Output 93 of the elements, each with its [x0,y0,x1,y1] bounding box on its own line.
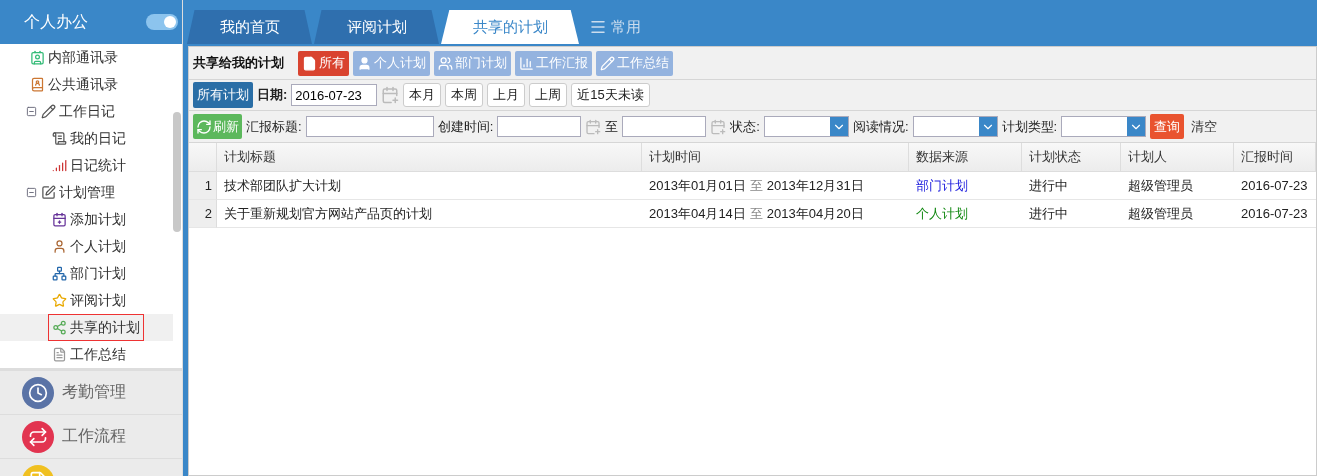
contact-icon [30,77,45,92]
period-button[interactable]: 本月 [403,83,442,107]
filter-label: 汇报标题: [246,117,302,136]
star-icon [52,293,67,308]
sidebar-section[interactable]: 工作流程 [0,415,182,459]
share-icon [52,320,67,335]
dropdown[interactable] [763,116,849,137]
collapse-icon[interactable] [26,106,37,117]
date-field[interactable] [497,116,582,137]
refresh-icon [196,118,212,135]
period-button[interactable]: 上周 [529,83,568,107]
table-cell: 2016-07-23 [1234,172,1316,200]
document-icon [302,55,317,71]
sidebar-section[interactable]: 考勤管理 [0,371,182,415]
tree-item[interactable]: 计划管理 [37,179,119,206]
column-header: 计划标题 [217,143,642,172]
query-button[interactable]: 查询 [1150,114,1185,139]
source-label: 个人计划 [916,204,968,223]
panel-title: 共享给我的计划 [193,54,284,72]
column-header: 数据来源 [909,143,1022,172]
section-label: 考勤管理 [62,382,126,402]
tree-item[interactable]: 公共通讯录 [26,71,122,98]
dropdown[interactable] [1061,116,1147,137]
table-cell: 超级管理员 [1121,200,1234,228]
filter-label: 阅读情况: [852,117,909,136]
document-icon [52,347,67,362]
dropdown[interactable] [912,116,998,137]
toggle-switch[interactable] [146,14,178,30]
table-cell: 进行中 [1022,172,1121,200]
scrollbar[interactable] [173,112,181,232]
table-cell: 2016-07-23 [1234,200,1316,228]
edit-icon [41,185,56,200]
pencil-icon [41,104,56,119]
sidebar-title: 个人办公 [24,11,88,32]
filter-label: 状态: [730,117,760,136]
collapse-icon[interactable] [26,187,37,198]
network-icon [52,266,67,281]
bar-chart-icon [519,55,534,71]
date-field[interactable]: 2016-07-23 [291,84,378,106]
bar-chart-icon [52,158,67,173]
tree-item[interactable]: 部门计划 [48,260,130,287]
table-cell: 技术部团队扩大计划 [217,172,642,200]
column-header: 汇报时间 [1234,143,1316,172]
end-date: 2013年04月20日 [766,204,864,223]
table-cell: 关于重新规划官方网站产品页的计划 [217,200,642,228]
person-icon [52,239,67,254]
scope-button[interactable]: 所有计划 [193,82,253,108]
source-label: 部门计划 [916,176,968,195]
date-field[interactable] [622,116,707,137]
tree-item[interactable]: 工作日记 [37,98,119,125]
address-book-icon [30,50,45,65]
document-icon [52,131,67,146]
tab[interactable]: 我的首页 [187,10,312,44]
filter-label: 创建时间: [437,117,494,136]
tree-item[interactable]: 评阅计划 [48,287,130,314]
tree-item[interactable]: 我的日记 [48,125,130,152]
column-header: 计划状态 [1022,143,1121,172]
table-cell: 超级管理员 [1121,172,1234,200]
start-date: 2013年01月01日 [649,176,746,195]
tree-item[interactable]: 添加计划 [48,206,130,233]
menu-icon [589,18,607,36]
pencil-icon [600,55,615,71]
caret-icon[interactable] [978,117,997,136]
tab[interactable]: 共享的计划 [441,10,579,44]
tree-item[interactable]: 个人计划 [48,233,130,260]
period-button[interactable]: 上月 [487,83,526,107]
row-number: 1 [189,172,217,200]
end-date: 2013年12月31日 [766,176,864,195]
period-button[interactable]: 本周 [445,83,484,107]
text-field[interactable] [305,116,434,137]
tree-item[interactable]: 内部通讯录 [26,44,122,71]
tab[interactable]: 评阅计划 [314,10,439,44]
filter-label: 计划类型: [1001,117,1058,136]
person-icon [357,55,372,71]
caret-icon[interactable] [1127,117,1146,136]
calendar-add-icon [52,212,67,227]
filter-label: 至 [605,117,619,136]
tree-item[interactable]: 工作总结 [48,341,130,368]
column-header: 计划时间 [642,143,909,172]
tree-item[interactable]: 日记统计 [48,152,130,179]
people-icon [438,55,453,71]
clear-link[interactable]: 清空 [1191,117,1218,136]
section-label: 工作流程 [62,426,126,446]
table-cell: 进行中 [1022,200,1121,228]
range-separator: 至 [749,204,763,223]
caret-icon[interactable] [829,117,848,136]
period-button[interactable]: 近15天未读 [571,83,650,107]
start-date: 2013年04月14日 [649,204,746,223]
row-number: 2 [189,200,217,228]
column-header: 计划人 [1121,143,1234,172]
filter-button[interactable]: 所有 [298,50,349,76]
range-separator: 至 [749,176,763,195]
date-label: 日期: [257,86,288,104]
